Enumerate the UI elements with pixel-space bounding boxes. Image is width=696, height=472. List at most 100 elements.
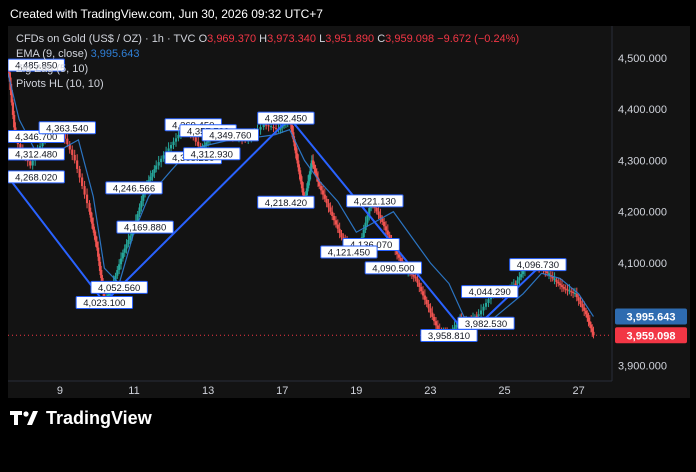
symbol-label[interactable]: CFDs on Gold (US$ / OZ) · 1h · TVC [16, 33, 196, 45]
candle-body [121, 252, 124, 259]
x-tick-label: 11 [128, 385, 139, 397]
price-tag: 3,959.098 [627, 330, 676, 342]
candle-body [325, 198, 328, 204]
candle-body [383, 221, 386, 227]
candle-body [31, 160, 34, 166]
candle-body [267, 125, 270, 127]
pivot-label: 4,349.760 [209, 130, 251, 141]
candle-body [414, 276, 417, 279]
candle-body [386, 230, 389, 235]
candle-body [362, 229, 365, 238]
candle-body [29, 161, 32, 166]
candle-body [197, 141, 200, 146]
x-tick-label: 23 [424, 385, 436, 397]
candle-body [140, 200, 143, 208]
x-tick-label: 9 [57, 385, 63, 397]
pivot-label: 4,052.560 [98, 283, 140, 294]
candle-body [274, 127, 278, 129]
candle-body [482, 306, 485, 311]
tradingview-logo-icon [10, 411, 38, 425]
candle-body [559, 283, 562, 286]
candle-body [555, 280, 558, 282]
candle-body [477, 314, 480, 316]
footer: TradingView [10, 404, 152, 432]
candle-body [269, 126, 273, 128]
chart-legend: CFDs on Gold (US$ / OZ) · 1h · TVC O3,96… [16, 32, 519, 92]
candle-body [487, 299, 490, 303]
candle-body [340, 233, 343, 238]
chart-panel[interactable]: 4,485.850 4,346.700 4,363.540 4,312.480 4,26… [8, 26, 690, 398]
x-tick-label: 27 [573, 385, 585, 397]
candle-body [484, 302, 488, 307]
candle-body [123, 248, 126, 253]
candle-body [259, 127, 262, 130]
candle-body [423, 295, 426, 300]
candle-body [366, 215, 369, 223]
candle-body [138, 207, 141, 215]
high-value: 3,973.340 [267, 33, 317, 45]
pivot-label: 3,958.810 [428, 331, 470, 342]
candle-body [375, 207, 378, 212]
pivot-label: 4,312.930 [191, 149, 233, 160]
candle-body [418, 282, 421, 287]
candle-body [560, 285, 564, 287]
candle-body [564, 288, 567, 290]
candle-body [71, 149, 74, 155]
candle-body [553, 278, 556, 281]
candle-body [546, 271, 549, 274]
ema-label: EMA (9, close) [16, 48, 88, 60]
candle-body [169, 145, 173, 149]
candle-body [172, 141, 175, 146]
candle-body [66, 138, 69, 145]
pivot-label: 4,023.100 [83, 298, 125, 309]
x-tick-label: 19 [350, 385, 362, 397]
candle-body [377, 211, 380, 215]
candle-body [162, 155, 165, 159]
candle-body [521, 270, 525, 275]
candle-body [327, 203, 330, 208]
candle-body [592, 331, 595, 336]
candle-body [81, 177, 84, 187]
change-value: −9.672 (−0.24%) [437, 33, 520, 45]
candle-body [160, 158, 163, 163]
candle-body [177, 134, 180, 139]
candle-body [151, 172, 154, 177]
pivot-label: 4,382.450 [265, 114, 307, 125]
candle-body [583, 307, 586, 311]
candle-body [320, 186, 323, 191]
candle-body [434, 321, 438, 326]
candle-body [125, 244, 128, 249]
candle-body [155, 165, 158, 170]
pivots-row[interactable]: Pivots HL (10, 10) [16, 77, 519, 92]
brand-name: TradingView [46, 407, 152, 428]
candle-body [562, 286, 565, 289]
candle-body [127, 239, 130, 245]
candle-body [129, 235, 132, 240]
ema-row[interactable]: EMA (9, close) 3,995.643 [16, 47, 519, 62]
candle-body [83, 186, 86, 195]
candle-body [323, 194, 326, 199]
pivot-label: 4,044.290 [469, 287, 511, 298]
candle-body [455, 324, 458, 328]
candle-body [384, 226, 388, 231]
zigzag-row[interactable]: Zig Zag (5, 10) [16, 62, 519, 77]
candle-body [205, 142, 208, 146]
candle-body [76, 160, 79, 169]
candle-body [338, 228, 341, 234]
zigzag-label: Zig Zag (5, 10) [16, 63, 89, 75]
candle-body [336, 224, 339, 229]
ema-value: 3,995.643 [90, 48, 140, 60]
candle-body [321, 190, 325, 195]
candle-body [479, 310, 483, 315]
candle-body [575, 293, 578, 298]
candle-body [174, 138, 178, 142]
candle-body [573, 292, 577, 294]
candle-body [119, 258, 123, 265]
candle-body [557, 281, 560, 284]
pivot-label: 4,312.480 [15, 150, 57, 161]
candle-body [412, 274, 415, 277]
pivot-label: 4,221.130 [354, 196, 396, 207]
pivot-label: 4,363.540 [46, 123, 88, 134]
candle-body [577, 297, 580, 301]
x-tick-label: 17 [276, 385, 288, 397]
